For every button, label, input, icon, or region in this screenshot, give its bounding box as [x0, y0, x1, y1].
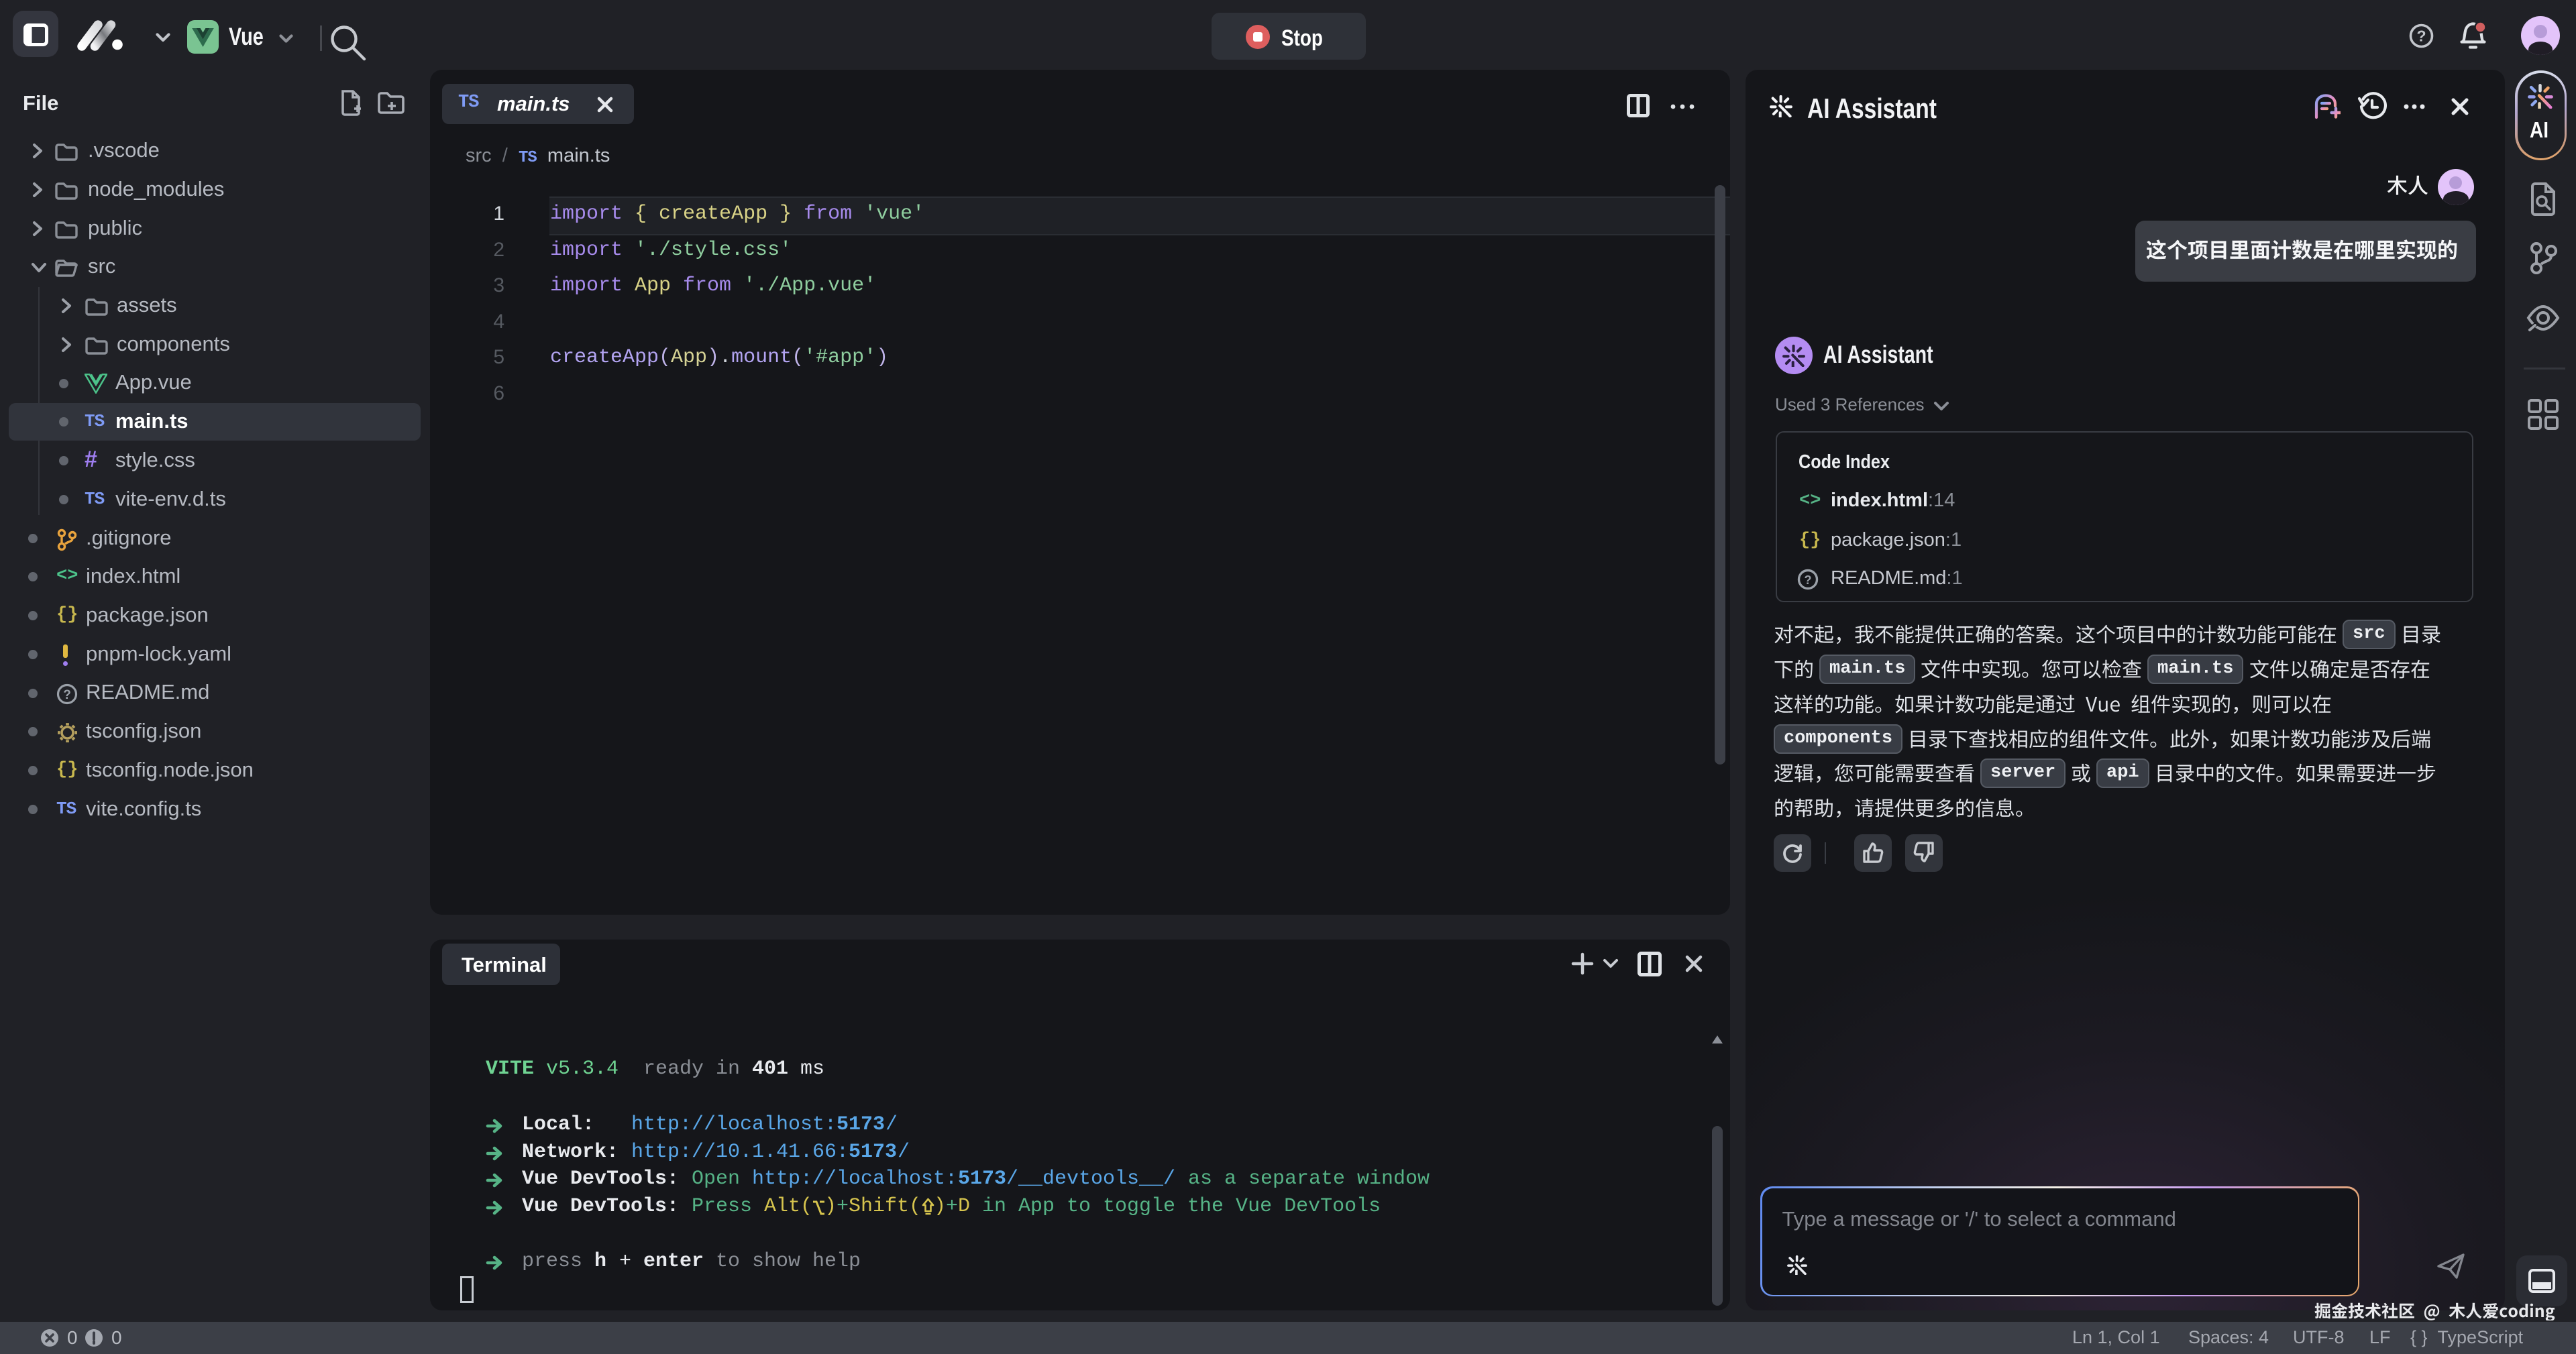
svg-text:?: ? [63, 688, 71, 702]
svg-text:?: ? [2416, 27, 2426, 45]
svg-text:?: ? [1805, 573, 1812, 587]
